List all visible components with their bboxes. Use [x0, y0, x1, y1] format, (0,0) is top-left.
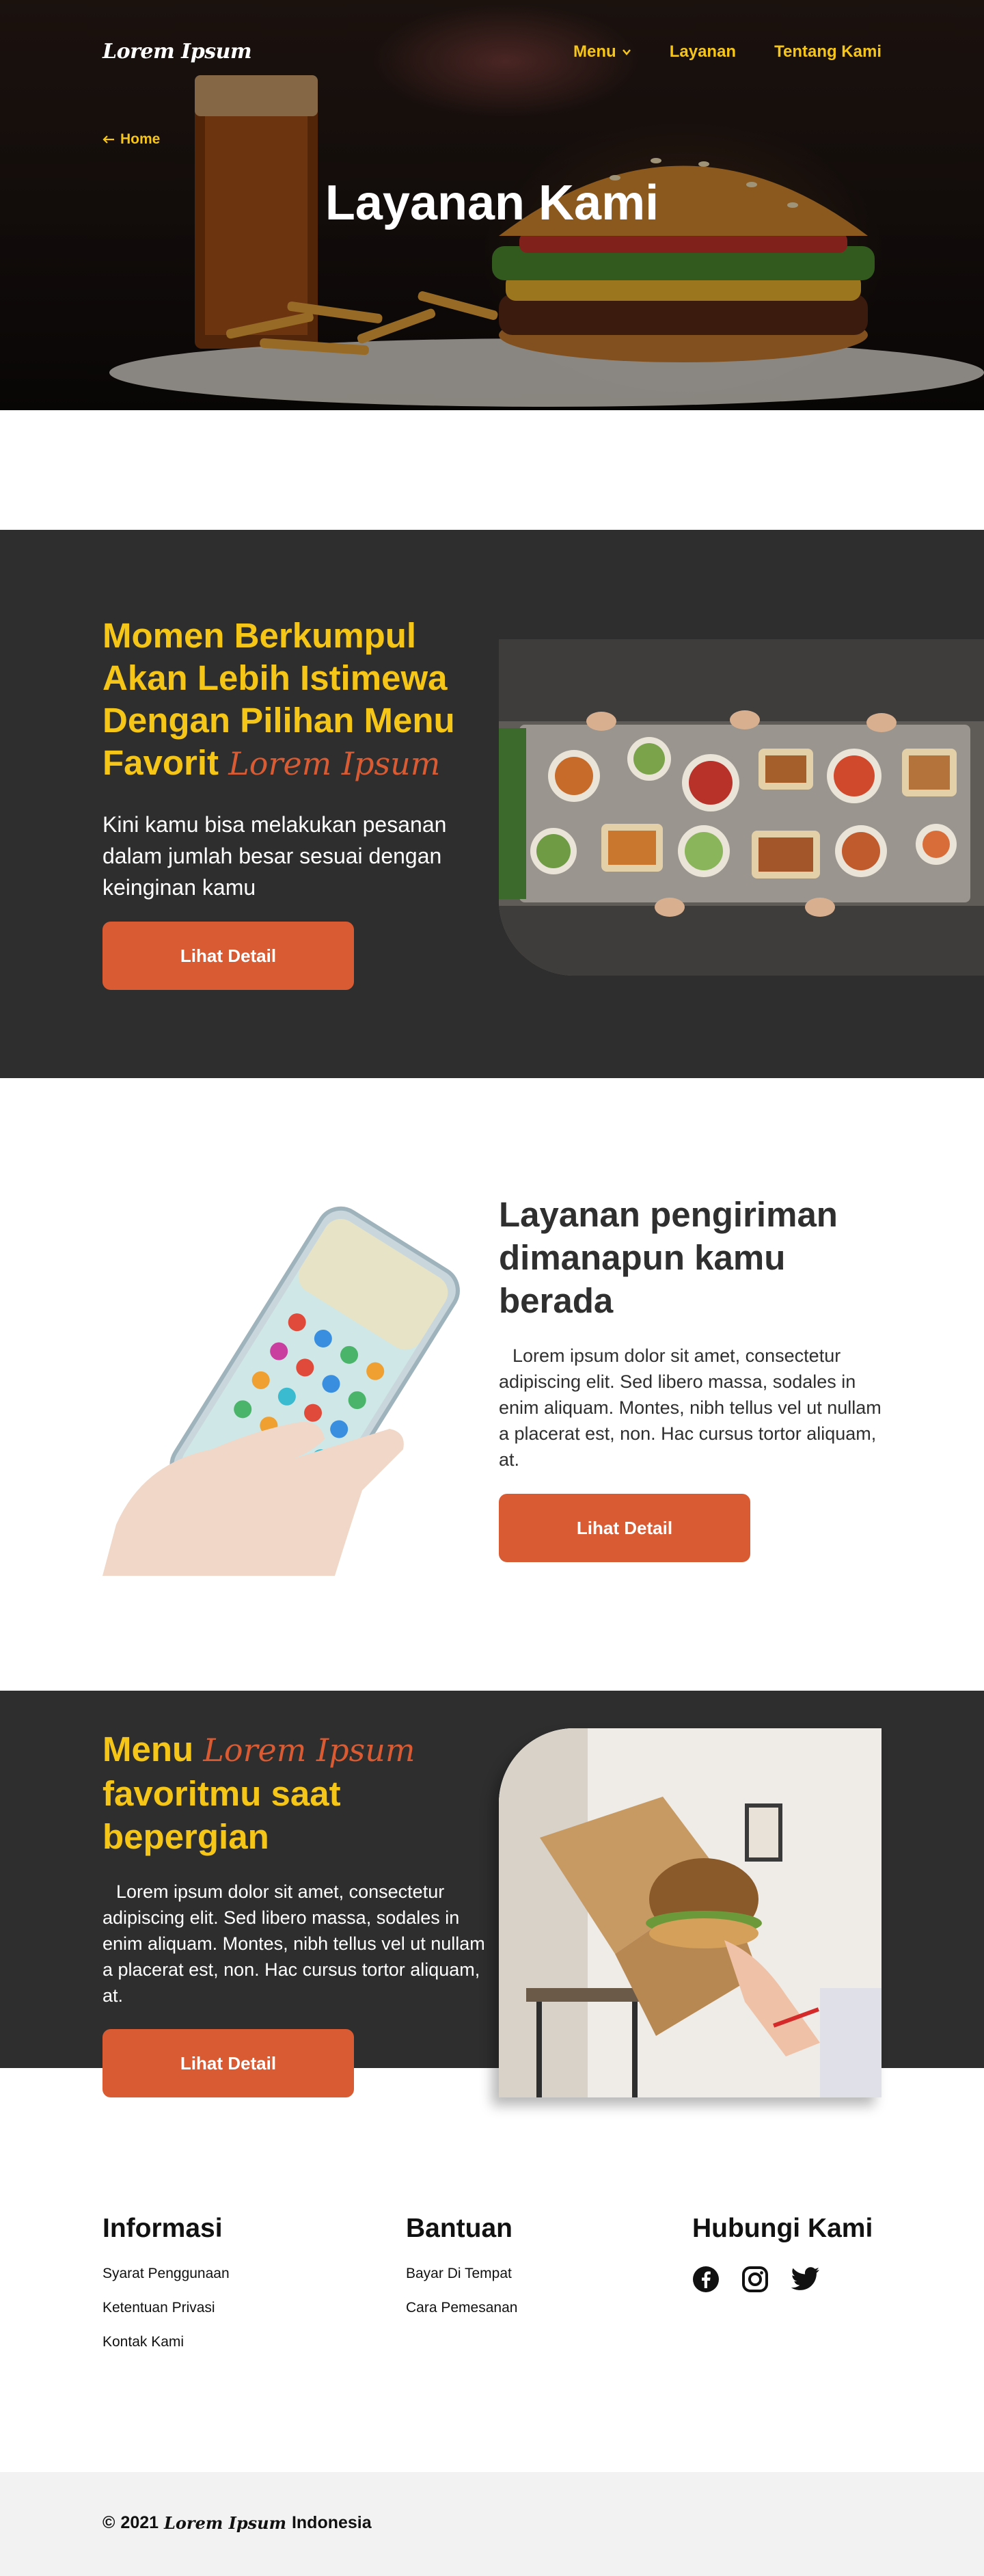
- travel-heading-prefix: Menu: [102, 1730, 194, 1769]
- gathering-detail-button[interactable]: Lihat Detail: [102, 922, 354, 990]
- footer-column-bantuan: Bantuan Bayar Di Tempat Cara Pemesanan: [406, 2214, 517, 2334]
- facebook-icon[interactable]: [692, 2266, 720, 2293]
- instagram-icon[interactable]: [741, 2266, 769, 2293]
- nav-layanan[interactable]: Layanan: [670, 42, 736, 62]
- takeaway-burger-photo: [499, 1728, 882, 2097]
- gathering-heading-brand: Lorem Ipsum: [228, 745, 441, 782]
- breadcrumb-home[interactable]: Home: [102, 131, 160, 148]
- footer-title-bantuan: Bantuan: [406, 2214, 512, 2243]
- footer-link-bayar-di-tempat[interactable]: Bayar Di Tempat: [406, 2266, 517, 2300]
- main-nav: Menu Layanan Tentang Kami: [573, 42, 882, 62]
- group-dining-photo: [499, 639, 984, 976]
- delivery-description: Lorem ipsum dolor sit amet, consectetur …: [499, 1345, 882, 1470]
- social-links: [692, 2266, 873, 2293]
- footer-column-informasi: Informasi Syarat Penggunaan Ketentuan Pr…: [102, 2214, 230, 2368]
- gathering-heading: Momen Berkumpul Akan Lebih Istimewa Deng…: [102, 615, 485, 785]
- phone-in-hand-photo: [102, 1203, 485, 1576]
- nav-menu[interactable]: Menu: [573, 42, 631, 62]
- gathering-section: Momen Berkumpul Akan Lebih Istimewa Deng…: [0, 530, 984, 1078]
- copyright-brand: Lorem Ipsum: [164, 2513, 286, 2533]
- travel-detail-button[interactable]: Lihat Detail: [102, 2029, 354, 2097]
- page-title: Layanan Kami: [325, 176, 659, 230]
- site-logo[interactable]: Lorem Ipsum: [102, 40, 252, 64]
- copyright-country: Indonesia: [291, 2513, 372, 2532]
- travel-heading-suffix: favoritmu saat bepergian: [102, 1774, 341, 1856]
- nav-layanan-label: Layanan: [669, 42, 737, 61]
- travel-description: Lorem ipsum dolor sit amet, consectetur …: [102, 1881, 485, 2006]
- delivery-detail-button[interactable]: Lihat Detail: [499, 1494, 750, 1562]
- chevron-down-icon: [622, 49, 631, 55]
- arrow-left-icon: [102, 135, 114, 144]
- travel-heading: Menu Lorem Ipsum favoritmu saat bepergia…: [102, 1728, 458, 1858]
- footer-title-hubungi-kami: Hubungi Kami: [692, 2214, 873, 2243]
- footer-link-cara-pemesanan[interactable]: Cara Pemesanan: [406, 2300, 517, 2334]
- nav-tentang-kami[interactable]: Tentang Kami: [774, 42, 882, 62]
- footer-link-syarat-penggunaan[interactable]: Syarat Penggunaan: [102, 2266, 230, 2300]
- travel-heading-brand: Lorem Ipsum: [203, 1732, 415, 1769]
- gathering-description: Kini kamu bisa melakukan pesanan dalam j…: [102, 812, 447, 900]
- twitter-icon[interactable]: [791, 2266, 819, 2293]
- nav-tentang-kami-label: Tentang Kami: [774, 42, 882, 61]
- copyright-year: 2021: [120, 2513, 159, 2532]
- delivery-heading: Layanan pengiriman dimanapun kamu berada: [499, 1195, 838, 1320]
- footer-link-kontak-kami[interactable]: Kontak Kami: [102, 2334, 230, 2368]
- copyright-bar: © 2021 Lorem Ipsum Indonesia: [0, 2472, 984, 2576]
- footer-link-ketentuan-privasi[interactable]: Ketentuan Privasi: [102, 2300, 230, 2334]
- footer-column-hubungi-kami: Hubungi Kami: [692, 2214, 873, 2293]
- breadcrumb-label: Home: [120, 131, 161, 147]
- hero-banner: Lorem Ipsum Menu Layanan Tentang Kami Ho…: [0, 0, 984, 410]
- copyright-text: © 2021 Lorem Ipsum Indonesia: [102, 2513, 372, 2533]
- footer-title-informasi: Informasi: [102, 2214, 223, 2243]
- nav-menu-label: Menu: [573, 42, 616, 61]
- copyright-symbol: ©: [102, 2513, 115, 2532]
